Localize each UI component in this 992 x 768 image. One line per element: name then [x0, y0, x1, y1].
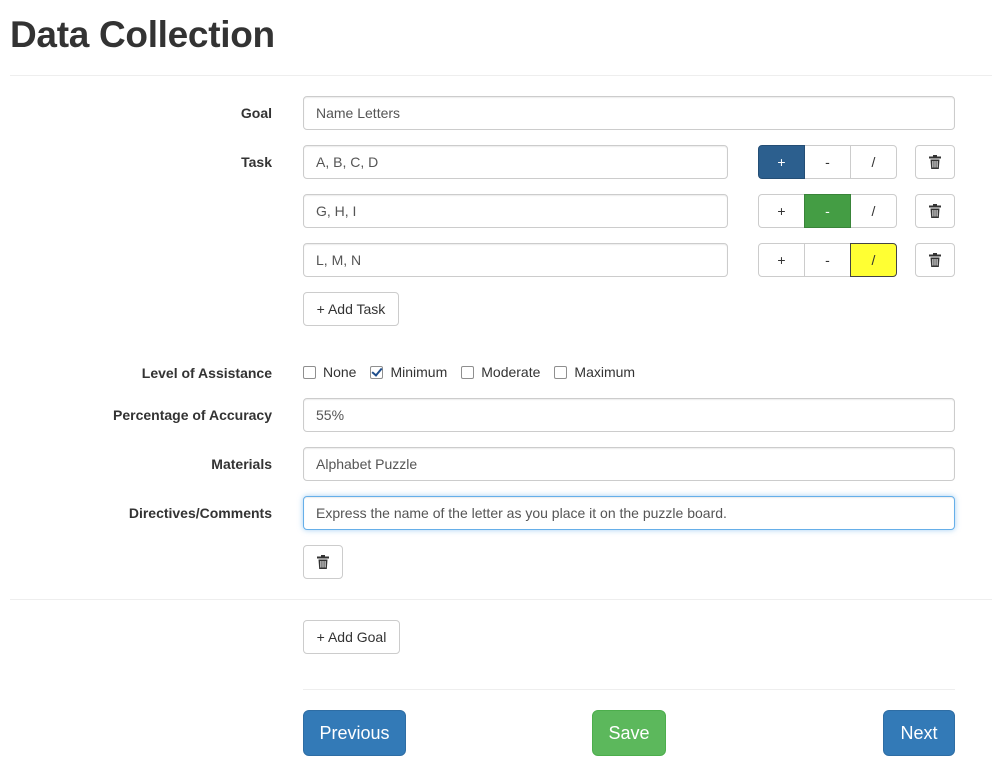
- next-button[interactable]: Next: [883, 710, 955, 756]
- task-1-slash-button[interactable]: /: [850, 145, 897, 179]
- task-3-plus-button[interactable]: +: [758, 243, 805, 277]
- comments-input[interactable]: [303, 496, 955, 530]
- save-button[interactable]: Save: [592, 710, 666, 756]
- materials-input[interactable]: [303, 447, 955, 481]
- task-1-minus-button[interactable]: -: [804, 145, 851, 179]
- trash-icon: [929, 253, 941, 267]
- page-title: Data Collection: [10, 14, 275, 55]
- assistance-option-label: Maximum: [574, 364, 636, 380]
- task-2-minus-button[interactable]: -: [804, 194, 851, 228]
- checkbox-minimum[interactable]: [370, 365, 384, 379]
- checkbox-moderate[interactable]: [461, 365, 475, 379]
- assistance-option-maximum[interactable]: Maximum: [554, 364, 635, 380]
- task-2-plus-button[interactable]: +: [758, 194, 805, 228]
- task-3-minus-button[interactable]: -: [804, 243, 851, 277]
- assistance-option-label: Moderate: [481, 364, 541, 380]
- task-2-delete-button[interactable]: [915, 194, 955, 228]
- task-1-delete-button[interactable]: [915, 145, 955, 179]
- trash-icon: [317, 555, 329, 569]
- trash-icon: [929, 155, 941, 169]
- goal-input[interactable]: [303, 96, 955, 130]
- task-input-2[interactable]: [303, 194, 728, 228]
- assistance-option-minimum[interactable]: Minimum: [370, 364, 447, 380]
- comments-label: Directives/Comments: [128, 505, 272, 521]
- accuracy-input[interactable]: [303, 398, 955, 432]
- goal-divider: [10, 599, 992, 600]
- assistance-option-label: None: [323, 364, 357, 380]
- goal-label: Goal: [240, 105, 272, 121]
- task-1-score-group: + - /: [758, 145, 897, 179]
- checkbox-none[interactable]: [303, 365, 316, 379]
- task-label: Task: [241, 154, 272, 170]
- checkbox-maximum[interactable]: [554, 365, 568, 379]
- assistance-option-moderate[interactable]: Moderate: [461, 364, 540, 380]
- task-input-3[interactable]: [303, 243, 728, 277]
- task-1-plus-button[interactable]: +: [758, 145, 805, 179]
- add-goal-button[interactable]: + Add Goal: [303, 620, 400, 654]
- assistance-label: Level of Assistance: [141, 365, 272, 381]
- task-3-delete-button[interactable]: [915, 243, 955, 277]
- assistance-option-none[interactable]: None: [303, 364, 356, 380]
- actions-divider: [303, 689, 955, 690]
- trash-icon: [929, 204, 941, 218]
- add-task-button[interactable]: + Add Task: [303, 292, 399, 326]
- assistance-option-label: Minimum: [390, 364, 448, 380]
- title-divider: [10, 75, 992, 76]
- task-2-slash-button[interactable]: /: [850, 194, 897, 228]
- data-collection-page: Data Collection Goal Task + - / + - /: [0, 0, 992, 768]
- task-3-score-group: + - /: [758, 243, 897, 277]
- delete-goal-button[interactable]: [303, 545, 343, 579]
- previous-button[interactable]: Previous: [303, 710, 406, 756]
- materials-label: Materials: [211, 456, 272, 472]
- task-input-1[interactable]: [303, 145, 728, 179]
- assistance-options: None Minimum Moderate Maximum: [303, 364, 649, 380]
- task-2-score-group: + - /: [758, 194, 897, 228]
- accuracy-label: Percentage of Accuracy: [113, 407, 272, 423]
- task-3-slash-button[interactable]: /: [850, 243, 897, 277]
